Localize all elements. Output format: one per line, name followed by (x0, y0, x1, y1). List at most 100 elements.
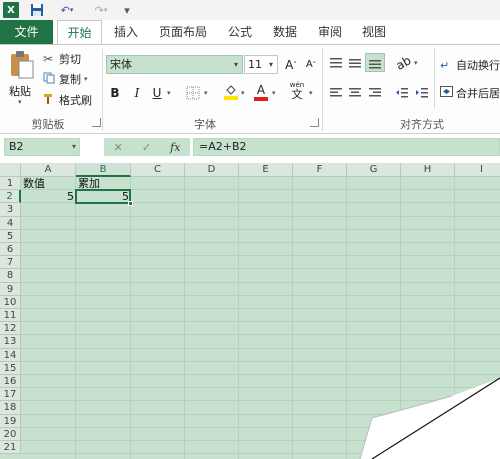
underline-dropdown-icon[interactable]: ▾ (167, 89, 171, 97)
row-header-19[interactable]: 19 (0, 414, 21, 428)
customize-quick-access-icon[interactable]: ▾ (120, 2, 134, 18)
column-header-g[interactable]: G (347, 163, 401, 177)
shrink-font-button[interactable]: A ˅ (302, 55, 320, 74)
font-color-dropdown-icon[interactable]: ▾ (272, 89, 276, 97)
fill-color-dropdown-icon[interactable]: ▾ (241, 89, 245, 97)
border-dropdown-icon[interactable]: ▾ (204, 89, 208, 97)
name-box-dropdown-icon[interactable]: ▾ (72, 139, 76, 155)
bold-button[interactable]: B (106, 83, 124, 102)
name-box[interactable]: B2 ▾ (4, 138, 80, 156)
row-header-18[interactable]: 18 (0, 401, 21, 415)
column-header-d[interactable]: D (185, 163, 239, 177)
fill-handle[interactable] (128, 201, 133, 207)
row-header-8[interactable]: 8 (0, 269, 21, 283)
cut-button[interactable]: ✂ 剪切 (43, 51, 81, 67)
phonetic-guide-button[interactable]: wén 文 (288, 81, 306, 101)
undo-icon[interactable]: ↶ ▾ (55, 2, 79, 18)
tab-formulas[interactable]: 公式 (220, 20, 260, 44)
align-left-button[interactable] (327, 83, 345, 102)
increase-indent-button[interactable] (413, 83, 431, 102)
align-top-button[interactable] (327, 53, 345, 72)
row-header-15[interactable]: 15 (0, 361, 21, 375)
row-header-16[interactable]: 16 (0, 375, 21, 389)
cell-a1[interactable]: 数值 (21, 177, 76, 190)
font-size-dropdown-icon[interactable]: ▾ (265, 56, 277, 73)
border-button[interactable] (184, 83, 202, 102)
font-color-icon: A (256, 83, 266, 97)
decrease-indent-button[interactable] (393, 83, 411, 102)
grow-font-button[interactable]: A ˄ (282, 55, 300, 74)
clipboard-launcher-icon[interactable] (92, 118, 101, 127)
align-center-button[interactable] (346, 83, 364, 102)
orientation-button[interactable]: ab (393, 53, 413, 73)
grid-line (21, 440, 500, 441)
enter-icon[interactable]: ✓ (142, 141, 151, 154)
align-bottom-button[interactable] (365, 53, 385, 72)
paste-dropdown-icon[interactable]: ▾ (18, 98, 22, 106)
column-header-i[interactable]: I (455, 163, 500, 177)
format-painter-button[interactable]: 格式刷 (43, 92, 92, 108)
insert-function-icon[interactable]: fx (170, 141, 180, 154)
excel-window: X ↶ ▾ ↷ ▾ ▾ 文件 开始 插入 页面布局 公式 数据 审阅 视图 粘贴… (0, 0, 500, 459)
column-header-c[interactable]: C (131, 163, 185, 177)
column-header-f[interactable]: F (293, 163, 347, 177)
align-right-icon (369, 87, 381, 96)
row-header-10[interactable]: 10 (0, 295, 21, 309)
tab-file[interactable]: 文件 (0, 20, 53, 44)
wrap-text-button[interactable]: ↵ 自动换行 (440, 57, 500, 73)
redo-icon[interactable]: ↷ ▾ (89, 2, 113, 18)
copy-button[interactable]: 复制 ▾ (43, 71, 88, 87)
row-header-3[interactable]: 3 (0, 203, 21, 217)
save-icon[interactable] (29, 2, 45, 18)
row-header-4[interactable]: 4 (0, 216, 21, 230)
font-launcher-icon[interactable] (310, 118, 319, 127)
row-header-6[interactable]: 6 (0, 243, 21, 257)
cell-b1[interactable]: 累加 (76, 177, 131, 190)
column-header-b[interactable]: B (76, 163, 131, 177)
cut-label: 剪切 (59, 53, 81, 66)
formula-input[interactable]: =A2+B2 (193, 138, 500, 156)
font-name-dropdown-icon[interactable]: ▾ (230, 56, 242, 73)
row-header-7[interactable]: 7 (0, 256, 21, 270)
column-header-e[interactable]: E (239, 163, 293, 177)
row-header-1[interactable]: 1 (0, 177, 21, 191)
fill-color-button[interactable] (222, 83, 240, 102)
font-name-combo[interactable]: 宋体 ▾ (106, 55, 243, 74)
cell-a2[interactable]: 5 (21, 190, 76, 203)
italic-button[interactable]: I (128, 83, 146, 102)
align-right-button[interactable] (366, 83, 384, 102)
copy-dropdown-icon[interactable]: ▾ (84, 75, 88, 83)
merge-center-button[interactable]: 合并后居 (440, 85, 500, 101)
format-painter-label: 格式刷 (59, 94, 92, 107)
grid-line (21, 242, 500, 243)
tab-review[interactable]: 审阅 (310, 20, 350, 44)
underline-button[interactable]: U (148, 83, 166, 102)
row-header-13[interactable]: 13 (0, 335, 21, 349)
row-header-5[interactable]: 5 (0, 229, 21, 243)
tab-view[interactable]: 视图 (354, 20, 394, 44)
row-header-12[interactable]: 12 (0, 322, 21, 336)
align-middle-button[interactable] (346, 53, 364, 72)
tab-data[interactable]: 数据 (264, 20, 306, 44)
column-header-h[interactable]: H (401, 163, 455, 177)
row-header-2[interactable]: 2 (0, 190, 21, 204)
font-color-button[interactable]: A (252, 83, 270, 102)
font-size-combo[interactable]: 11 ▾ (244, 55, 278, 74)
paste-icon[interactable] (9, 50, 35, 80)
row-header-11[interactable]: 11 (0, 309, 21, 323)
row-header-14[interactable]: 14 (0, 348, 21, 362)
column-header-a[interactable]: A (21, 163, 76, 177)
worksheet-grid[interactable]: A B C D E F G H I 1 2 3 4 5 6 7 8 9 10 11 12 13 14 15 16 17 18 19 20… (0, 163, 500, 459)
tab-page-layout[interactable]: 页面布局 (150, 20, 216, 44)
tab-insert[interactable]: 插入 (106, 20, 146, 44)
row-header-17[interactable]: 17 (0, 388, 21, 402)
phonetic-dropdown-icon[interactable]: ▾ (309, 89, 313, 97)
row-header-21[interactable]: 21 (0, 441, 21, 455)
row-header-20[interactable]: 20 (0, 427, 21, 441)
tab-home[interactable]: 开始 (57, 20, 102, 45)
select-all-corner[interactable] (0, 163, 21, 177)
cancel-icon[interactable]: ✕ (114, 141, 123, 154)
orientation-dropdown-icon[interactable]: ▾ (414, 59, 418, 67)
row-header-9[interactable]: 9 (0, 282, 21, 296)
paste-button[interactable]: 粘贴 (9, 83, 31, 99)
